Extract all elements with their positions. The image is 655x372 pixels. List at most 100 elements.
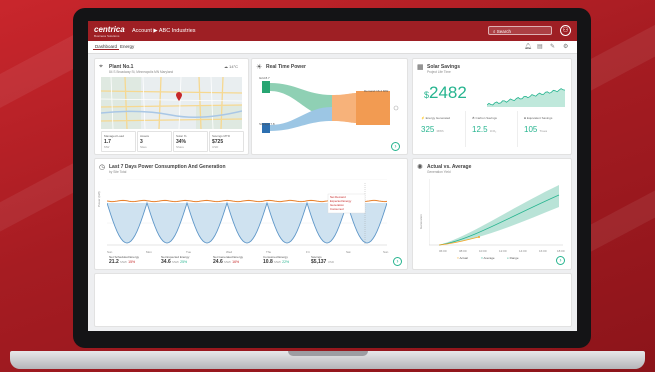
savings-sparkline xyxy=(487,88,565,107)
box-value-number: 325 xyxy=(421,125,435,134)
last7-subtitle: by Site Total xyxy=(109,170,127,174)
realtime-title: Real Time Power xyxy=(266,64,306,70)
search-input[interactable]: ⌕ Search xyxy=(488,26,552,35)
legend-pct: 25% xyxy=(180,260,188,264)
chevron-right-icon: › xyxy=(559,258,562,264)
map[interactable] xyxy=(101,77,242,129)
document-icon[interactable]: ▤ xyxy=(537,43,543,50)
lightbulb-icon: ☀ xyxy=(256,64,263,71)
legend-value-number: 10.8 xyxy=(263,259,273,265)
box-value: 105 Trees xyxy=(524,125,547,134)
solar-amount: $2482 xyxy=(424,83,467,103)
breadcrumb[interactable]: Account ▶ ABC Industries xyxy=(132,28,196,34)
box-label: ♣ Equivalent Savings xyxy=(524,116,552,120)
weather-value: 14°C xyxy=(229,64,239,69)
node-grid[interactable] xyxy=(262,81,270,93)
actual-details-button[interactable]: › xyxy=(556,256,565,265)
last7-chart[interactable] xyxy=(107,179,387,249)
actual-point[interactable] xyxy=(478,236,480,238)
x-tick: Sat xyxy=(346,250,351,254)
legend-value: 24.6 MWh16% xyxy=(213,259,239,265)
expand-icon[interactable] xyxy=(393,105,399,111)
legend-value-number: 34.6 xyxy=(161,259,171,265)
x-tick: 08:00 xyxy=(459,249,467,253)
sankey-diagram[interactable] xyxy=(256,77,403,143)
legend-label: Average xyxy=(483,256,495,260)
realtime-power-card: ☀ Real Time Power Grid 8.7 Demand 16.4 M… xyxy=(251,58,408,155)
tab-energy[interactable]: Energy xyxy=(118,44,136,49)
amount-value: 2482 xyxy=(429,83,467,102)
legend-unit: MWh xyxy=(274,260,282,264)
legend-value-number: 21.2 xyxy=(109,259,119,265)
chevron-right-icon: › xyxy=(396,259,399,265)
x-tick: 06:00 xyxy=(439,249,447,253)
node-demand[interactable] xyxy=(356,91,390,125)
tab-dashboard[interactable]: Dashboard xyxy=(93,44,120,50)
box-label-text: Energy Generated xyxy=(425,116,451,120)
energy-generated-box: ⚡ Energy Generated 325 MWh xyxy=(415,111,461,147)
label-demand: Demand 16.4 MW xyxy=(364,89,389,93)
legend-actual: ━ Actual xyxy=(457,256,468,260)
plant-card: ⌖ Plant No.1 84 S Broadway St, Minneapol… xyxy=(94,58,249,155)
stat-assets: Assets 3 Sites xyxy=(137,131,172,152)
plant-address: 84 S Broadway St, Minneapolis MN Marylan… xyxy=(109,70,174,74)
label-storage: Storage 7.8 xyxy=(259,122,275,126)
x-tick: 14:00 xyxy=(519,249,527,253)
box-label-text: Equivalent Savings xyxy=(526,116,553,120)
bell-icon[interactable]: 🔔︎ xyxy=(524,43,532,50)
brand-logo[interactable]: centrica xyxy=(94,25,125,34)
clock-icon: ◷ xyxy=(99,164,106,171)
legend-value: 34.6 MWh25% xyxy=(161,259,187,265)
box-label: ⚡ Energy Generated xyxy=(421,116,450,120)
legend-value: $5,137 USD xyxy=(311,259,334,265)
carbon-savings-box: ☘ Carbon Savings 12.5 tCO₂ xyxy=(465,111,512,147)
actual-subtitle: Generation Yield xyxy=(427,170,451,174)
last7-ylabel: Power (kW) xyxy=(97,191,101,207)
realtime-details-button[interactable]: › xyxy=(391,142,400,151)
wrench-icon[interactable]: ✎ xyxy=(550,43,555,50)
actual-ylabel: Generation xyxy=(419,214,423,229)
x-tick: Wed xyxy=(226,250,233,254)
last7-card: ◷ Last 7 Days Power Consumption And Gene… xyxy=(94,158,408,270)
stat-savings: Savings MTD $725 USD xyxy=(209,131,244,152)
screen: centrica Business Solutions Account ▶ AB… xyxy=(88,21,577,331)
stat-managed-load: Managed Load 1.7 MW xyxy=(101,131,136,152)
legend-unit: MWh xyxy=(120,260,128,264)
avatar[interactable]: ⚇ xyxy=(560,25,571,36)
actual-chart[interactable] xyxy=(429,179,563,247)
last7-details-button[interactable]: › xyxy=(393,257,402,266)
solar-panel-icon: ▦ xyxy=(417,64,424,71)
flow-storage xyxy=(270,107,332,131)
x-tick: Thu xyxy=(266,250,272,254)
stat-label: Assets xyxy=(140,134,150,138)
stat-label: Savings MTD xyxy=(212,134,231,138)
x-tick: 16:00 xyxy=(539,249,547,253)
legend-pct: 15% xyxy=(128,260,136,264)
legend-label: Range xyxy=(509,256,519,260)
label-grid: Grid 8.7 xyxy=(259,76,270,80)
flow-demand xyxy=(332,93,356,123)
box-value-number: 105 xyxy=(524,125,538,134)
legend-range: ■ Range xyxy=(507,256,519,260)
sparkline-area xyxy=(487,88,565,107)
stat-unit: Sites xyxy=(140,145,147,149)
laptop-notch xyxy=(288,351,368,356)
legend-unit: USD xyxy=(327,260,335,264)
legend-average: ━ Average xyxy=(481,256,495,260)
x-tick: Tue xyxy=(186,250,192,254)
x-tick: 12:00 xyxy=(499,249,507,253)
box-value: 325 MWh xyxy=(421,125,444,134)
box-unit: tCO₂ xyxy=(489,129,497,133)
actual-vs-average-card: ✺ Actual vs. Average Generation Yield Ge… xyxy=(412,158,572,270)
box-label-text: Carbon Savings xyxy=(475,116,497,120)
location-pin-icon: ⌖ xyxy=(99,63,103,70)
gear-icon[interactable]: ⚙ xyxy=(563,43,568,50)
weather-readout: ☁ 14°C xyxy=(224,64,238,69)
box-label: ☘ Carbon Savings xyxy=(472,116,497,120)
chevron-right-icon: › xyxy=(394,144,397,150)
x-tick: 18:00 xyxy=(557,249,565,253)
solar-savings-card: ▦ Solar Savings Project Life Time $2482 … xyxy=(412,58,572,155)
x-tick: Sun xyxy=(107,250,113,254)
box-unit: MWh xyxy=(436,129,444,133)
x-tick: Sun xyxy=(383,250,389,254)
